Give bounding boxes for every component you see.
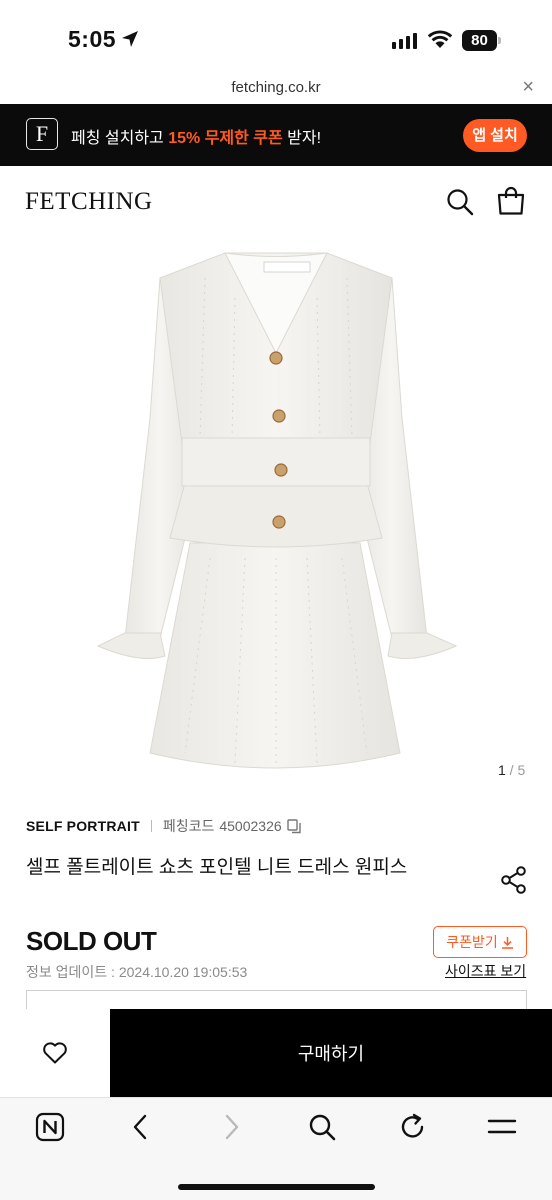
- browser-url-bar[interactable]: fetching.co.kr ×: [0, 72, 552, 104]
- search-icon[interactable]: [308, 1112, 336, 1142]
- reload-icon[interactable]: [399, 1112, 427, 1142]
- brand-name[interactable]: SELF PORTRAIT: [26, 818, 140, 834]
- promo-text-start: 페칭 설치하고: [71, 130, 169, 147]
- brand-row: SELF PORTRAIT 페칭코드 45002326: [26, 816, 302, 836]
- info-updated: 정보 업데이트 : 2024.10.20 19:05:53: [26, 964, 248, 980]
- sold-out-status: SOLD OUT: [26, 926, 157, 956]
- naver-home-icon[interactable]: [35, 1112, 65, 1142]
- site-logo[interactable]: FETCHING: [25, 188, 153, 216]
- battery-level: 80: [462, 30, 497, 51]
- app-install-banner: F 페칭 설치하고 15% 무제한 쿠폰 받자! 앱 설치: [0, 104, 552, 166]
- forward-arrow-icon[interactable]: [220, 1112, 244, 1142]
- heart-icon: [43, 1042, 67, 1064]
- cellular-signal-icon: [392, 33, 417, 49]
- promo-highlight: 15% 무제한 쿠폰: [168, 130, 283, 147]
- wifi-icon: [427, 30, 453, 48]
- fetching-app-logo: F: [26, 118, 58, 150]
- promo-text: 페칭 설치하고 15% 무제한 쿠폰 받자!: [71, 124, 321, 148]
- download-icon: [501, 936, 513, 949]
- site-header: FETCHING: [0, 166, 552, 238]
- location-arrow-icon: [122, 31, 138, 47]
- image-current: 1: [498, 762, 506, 778]
- status-time: 5:05: [68, 26, 117, 52]
- divider: [150, 820, 152, 832]
- back-arrow-icon[interactable]: [128, 1112, 152, 1142]
- battery-tip: [498, 37, 501, 44]
- url-text[interactable]: fetching.co.kr: [0, 79, 552, 96]
- shopping-bag-icon[interactable]: [497, 186, 525, 216]
- image-separator: /: [505, 762, 518, 778]
- purchase-bar: 구매하기: [0, 1009, 552, 1097]
- search-icon[interactable]: [446, 188, 474, 216]
- buy-button[interactable]: 구매하기: [110, 1009, 552, 1097]
- product-code: 45002326: [219, 818, 282, 834]
- image-total: 5: [517, 762, 526, 778]
- wishlist-button[interactable]: [0, 1009, 110, 1097]
- promo-text-end: 받자!: [282, 130, 322, 147]
- status-bar: 5:05 80: [0, 0, 552, 72]
- size-guide-link[interactable]: 사이즈표 보기: [445, 961, 526, 981]
- close-icon[interactable]: ×: [522, 76, 534, 99]
- product-code-label: 페칭코드: [162, 818, 215, 834]
- image-counter: 1 / 5: [498, 762, 525, 778]
- install-app-button[interactable]: 앱 설치: [463, 119, 527, 152]
- coupon-download-button[interactable]: 쿠폰받기: [433, 926, 527, 958]
- home-indicator: [178, 1184, 375, 1190]
- coupon-label: 쿠폰받기: [446, 934, 498, 950]
- copy-icon[interactable]: [286, 818, 302, 834]
- product-image[interactable]: [0, 238, 552, 790]
- menu-icon[interactable]: [487, 1112, 517, 1142]
- share-icon[interactable]: [501, 866, 527, 894]
- product-title: 셀프 폴트레이트 쇼츠 포인텔 니트 드레스 원피스: [26, 857, 408, 878]
